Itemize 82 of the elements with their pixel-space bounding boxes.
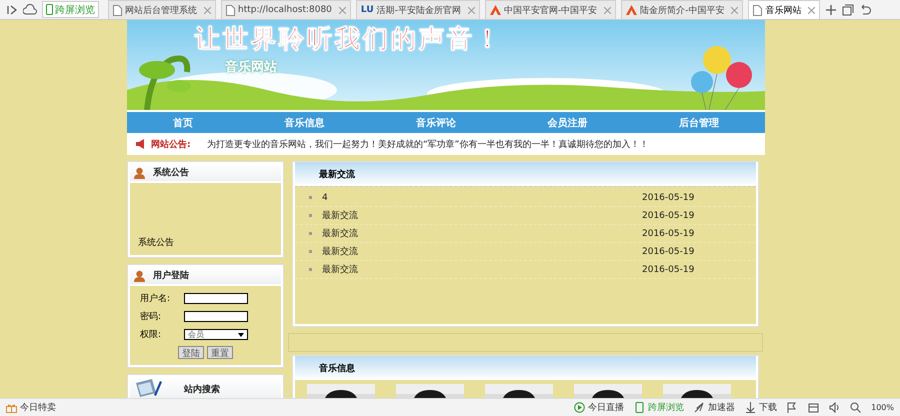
post-date: 2016-05-19 (642, 246, 694, 256)
flag-icon[interactable] (787, 402, 798, 413)
gift-icon (6, 402, 17, 412)
password-field[interactable] (184, 311, 248, 322)
tab-title: 活期-平安陆金所官网 (376, 4, 461, 16)
cloud-icon[interactable] (23, 4, 37, 16)
person-icon (134, 166, 145, 178)
person-icon (134, 270, 145, 282)
panel-title: 用户登陆 (153, 269, 189, 282)
post-date: 2016-05-19 (642, 228, 694, 238)
site-subtitle: 音乐网站 (225, 58, 277, 76)
page-icon (753, 4, 762, 16)
close-icon (604, 6, 612, 14)
announcement-text: 系统公告 (138, 236, 174, 249)
tab-title: 网站后台管理系统 (125, 4, 197, 16)
field-label: 用户名: (140, 292, 172, 305)
new-tab-icon[interactable] (825, 4, 838, 16)
forward-icon[interactable] (6, 4, 18, 16)
cross-screen-button[interactable]: 跨屏浏览 (42, 1, 99, 18)
tab-title: 中国平安官网-中国平安 (504, 4, 598, 16)
panel-title: 系统公告 (153, 166, 189, 179)
close-icon (204, 6, 211, 14)
close-icon (731, 6, 738, 14)
dropdown-arrow-icon (238, 332, 244, 336)
close-icon (338, 6, 346, 14)
computer-icon (134, 379, 162, 398)
page-icon (113, 4, 122, 16)
undo-icon[interactable] (859, 4, 872, 16)
status-button[interactable]: 今日直播 (574, 401, 624, 414)
status-button[interactable]: 加速器 (694, 401, 736, 414)
field-label: 密码: (140, 310, 162, 323)
field-label: 权限: (140, 328, 162, 341)
browser-tab[interactable]: 音乐网站 (748, 0, 820, 19)
browser-tab[interactable]: 陆金所简介-中国平安 (621, 0, 744, 19)
triangle-icon (626, 5, 638, 15)
post-date: 2016-05-19 (642, 264, 694, 274)
status-link[interactable]: 今日特卖 (20, 401, 56, 414)
browser-tab[interactable]: 网站后台管理系统 (108, 0, 216, 19)
status-button[interactable]: 下载 (745, 401, 778, 414)
window-icon[interactable] (808, 402, 820, 413)
browser-tab[interactable]: http://localhost:8080 (221, 0, 351, 19)
post-link[interactable]: 最新交流 (322, 263, 642, 276)
notice-label: 网站公告: (151, 138, 192, 150)
tab-logo: LU (360, 5, 374, 15)
bullet-icon (309, 250, 312, 253)
post-date: 2016-05-19 (642, 210, 694, 220)
browser-tab[interactable]: 中国平安官网-中国平安 (484, 0, 616, 19)
windows-icon[interactable] (842, 4, 854, 16)
phone-icon (46, 4, 53, 15)
download-icon (745, 402, 756, 413)
panel-title: 音乐信息 (319, 362, 355, 374)
role-dropdown[interactable]: 会员 (184, 329, 248, 340)
tab-title: 音乐网站 (765, 4, 802, 16)
tab-title: 陆金所简介-中国平安 (640, 4, 724, 16)
megaphone-icon (135, 139, 147, 149)
panel-title: 站内搜索 (184, 383, 220, 396)
form-button[interactable]: 登陆 (178, 346, 204, 359)
zoom-level[interactable]: 100% (871, 403, 894, 412)
bullet-icon (309, 214, 312, 217)
post-link[interactable]: 4 (322, 192, 642, 202)
panel-title: 最新交流 (319, 168, 355, 180)
tab-title: http://localhost:8080 (238, 5, 332, 15)
text-field[interactable] (184, 293, 248, 304)
speaker-icon[interactable] (829, 402, 840, 413)
site-title: 让世界聆听我们的声音！ (195, 23, 503, 55)
post-link[interactable]: 最新交流 (322, 209, 642, 222)
browser-tab[interactable]: LU 活期-平安陆金所官网 (356, 0, 480, 19)
close-icon (808, 6, 816, 14)
close-icon (468, 6, 475, 14)
post-link[interactable]: 最新交流 (322, 245, 642, 258)
triangle-icon (490, 5, 501, 15)
zoom-icon[interactable] (850, 402, 862, 413)
page-icon (226, 4, 235, 16)
phone-icon (634, 402, 646, 413)
post-date: 2016-05-19 (642, 192, 694, 202)
bullet-icon (309, 196, 312, 199)
bullet-icon (309, 232, 312, 235)
play-icon (574, 402, 586, 413)
form-button[interactable]: 重置 (207, 346, 233, 359)
post-link[interactable]: 最新交流 (322, 227, 642, 240)
bullet-icon (309, 268, 312, 271)
notice-text: 为打造更专业的音乐网站，我们一起努力！美好成就的“军功章”你有一半也有我的一半！真诚期待您的加入！！ (207, 138, 648, 150)
